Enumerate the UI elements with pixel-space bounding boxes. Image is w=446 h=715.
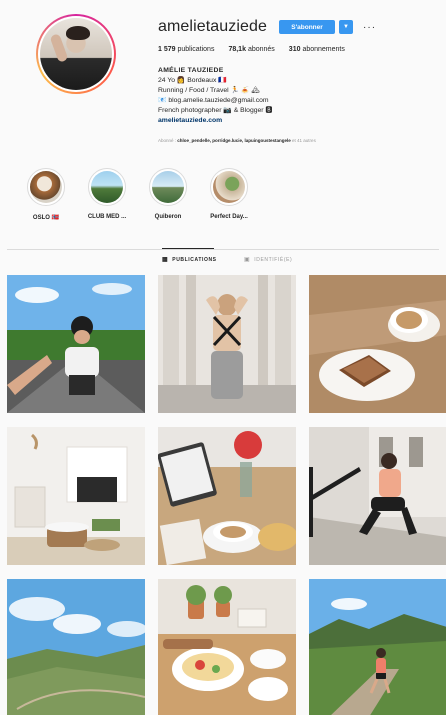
- profile-username: amelietauziede: [158, 18, 268, 35]
- highlight-label: Perfect Day...: [210, 214, 248, 220]
- post-thumbnail[interactable]: [7, 579, 145, 715]
- profile-stats: 1 579 publications 78,1k abonnés 310 abo…: [158, 46, 359, 53]
- active-tab-indicator: [162, 248, 214, 249]
- highlight-perfect-day[interactable]: Perfect Day...: [199, 168, 259, 220]
- highlight-club-med[interactable]: CLUB MED ...: [77, 168, 137, 220]
- highlight-label: OSLO 🇳🇴: [32, 215, 60, 221]
- story-highlights: OSLO 🇳🇴 CLUB MED ... Quiberon Perfect Da…: [0, 168, 446, 230]
- chevron-down-icon[interactable]: ▼: [339, 20, 354, 34]
- highlight-quiberon[interactable]: Quiberon: [138, 168, 198, 220]
- highlight-label: CLUB MED ...: [87, 214, 127, 220]
- grid-icon: ▦: [162, 257, 169, 263]
- tab-publications[interactable]: ▦ PUBLICATIONS: [162, 256, 217, 264]
- post-thumbnail[interactable]: [309, 427, 446, 565]
- followed-by[interactable]: Abonné : chloe_pendelle, porridge.lucie,…: [158, 138, 428, 143]
- highlight-cover: [91, 171, 123, 203]
- profile-full-name: AMÉLIE TAUZIEDE: [158, 67, 224, 74]
- post-thumbnail[interactable]: [309, 579, 446, 715]
- post-thumbnail[interactable]: [309, 275, 446, 413]
- avatar[interactable]: [36, 14, 116, 94]
- profile-bio: AMÉLIE TAUZIEDE 24 Yo 👩 Bordeaux 🇫🇷 Runn…: [158, 66, 418, 126]
- stat-followers[interactable]: 78,1k abonnés: [228, 46, 274, 53]
- post-thumbnail[interactable]: [7, 427, 145, 565]
- highlight-oslo[interactable]: OSLO 🇳🇴: [16, 168, 76, 221]
- post-thumbnail[interactable]: [158, 427, 296, 565]
- follow-button[interactable]: S'abonner: [279, 20, 336, 34]
- post-thumbnail[interactable]: [158, 275, 296, 413]
- stat-publications: 1 579 publications: [158, 46, 215, 53]
- highlight-cover: [30, 171, 62, 203]
- bio-line: 📧 blog.amelie.tauziede@gmail.com: [158, 97, 269, 104]
- bio-line: 24 Yo 👩 Bordeaux 🇫🇷: [158, 77, 227, 84]
- highlight-label: Quiberon: [154, 214, 182, 220]
- bio-line: Running / Food / Travel 🏃 🍝 🏔: [158, 87, 260, 94]
- bio-line: French photographer 📷 & Blogger 🅱: [158, 107, 273, 114]
- tabs-divider: [7, 249, 439, 250]
- highlight-cover: [213, 171, 245, 203]
- profile-header: amelietauziede S'abonner ▼ ··· 1 579 pub…: [0, 0, 446, 150]
- tag-icon: ▣: [244, 257, 251, 263]
- post-thumbnail[interactable]: [7, 275, 145, 413]
- highlight-cover: [152, 171, 184, 203]
- tab-identified[interactable]: ▣ IDENTIFIÉ(E): [244, 256, 292, 264]
- post-thumbnail[interactable]: [158, 579, 296, 715]
- stat-following[interactable]: 310 abonnements: [289, 46, 345, 53]
- more-options-button[interactable]: ···: [363, 22, 376, 33]
- profile-website-link[interactable]: amelietauziede.com: [158, 116, 418, 126]
